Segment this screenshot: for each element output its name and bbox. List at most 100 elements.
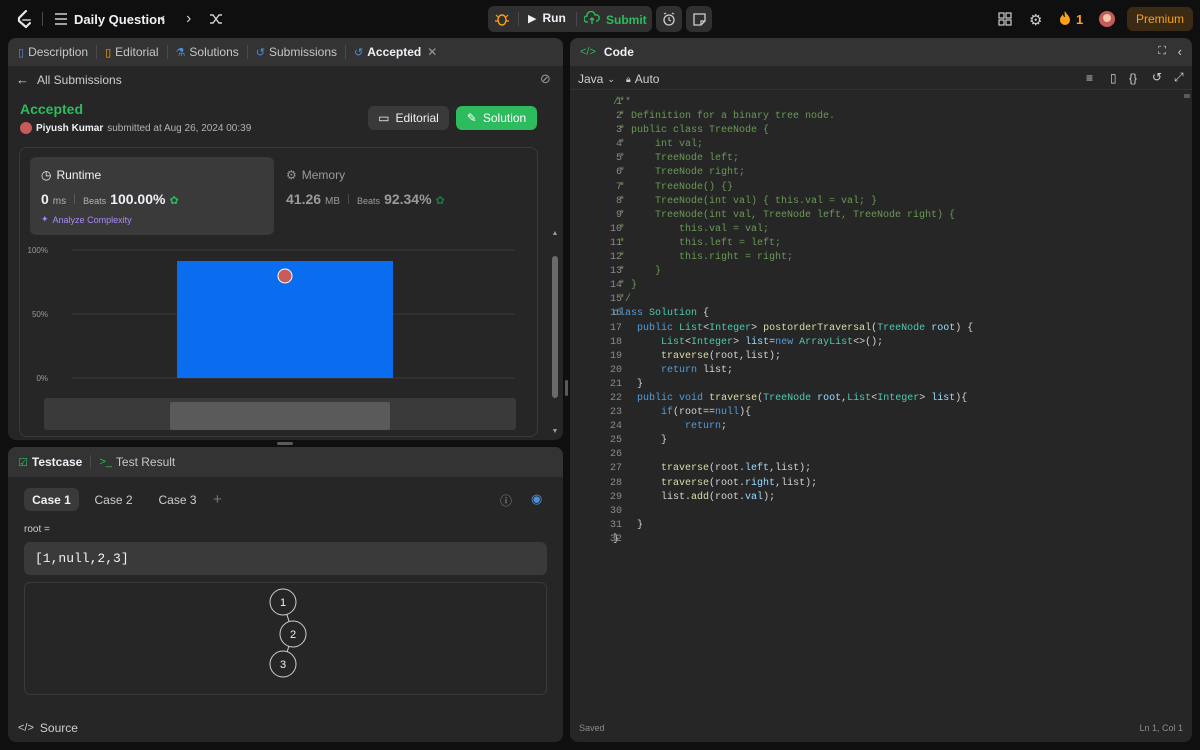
streak-counter[interactable]: 1 bbox=[1059, 10, 1083, 29]
root-input[interactable]: [1,null,2,3] bbox=[24, 542, 547, 575]
y-tick-label: 0% bbox=[36, 374, 48, 383]
fire-icon bbox=[1059, 10, 1071, 29]
memory-beats-label: Beats bbox=[357, 196, 381, 206]
note-icon bbox=[692, 12, 706, 26]
layout-grid-icon[interactable] bbox=[998, 12, 1012, 29]
code-panel-header: </> Code ⛶ ‹ bbox=[570, 38, 1192, 66]
code-title: Code bbox=[603, 45, 634, 59]
source-link[interactable]: </> Source bbox=[18, 721, 78, 735]
chart-scroll-thumb[interactable] bbox=[170, 402, 390, 430]
prev-question-icon[interactable]: ‹ bbox=[160, 10, 165, 28]
left-panel-tabs: ▯ Description ▯ Editorial ⚗ Solutions ↺ … bbox=[8, 38, 563, 66]
tab-accepted-label: Accepted bbox=[367, 45, 422, 59]
book-icon: ▯ bbox=[105, 46, 112, 59]
runtime-card[interactable]: ◷ Runtime 0 ms Beats 100.00% ✿ ✦ Analyze… bbox=[30, 157, 274, 235]
solution-button[interactable]: ✎ Solution bbox=[456, 106, 537, 130]
visualize-eye-icon[interactable]: ◉ bbox=[531, 491, 542, 507]
editor-scrollbar-thumb[interactable] bbox=[1184, 94, 1190, 98]
run-submit-group: ▶ Run Submit bbox=[488, 6, 652, 32]
cursor-position: Ln 1, Col 1 bbox=[1139, 723, 1183, 733]
code-line: } bbox=[613, 519, 644, 531]
horizontal-resize-handle[interactable] bbox=[565, 380, 568, 396]
tab-solutions[interactable]: ⚗ Solutions bbox=[176, 45, 239, 59]
runtime-header: ◷ Runtime bbox=[41, 168, 101, 182]
add-case-icon[interactable]: + bbox=[213, 491, 222, 508]
runtime-unit: ms bbox=[52, 196, 67, 207]
case-tab-1[interactable]: Case 1 bbox=[24, 488, 79, 511]
auto-mode-label: Auto bbox=[634, 72, 660, 86]
premium-button[interactable]: Premium bbox=[1127, 7, 1193, 31]
shuffle-icon[interactable] bbox=[209, 12, 223, 29]
submit-button[interactable]: Submit bbox=[583, 10, 647, 28]
analyze-complexity-link[interactable]: ✦ Analyze Complexity bbox=[41, 214, 132, 225]
help-icon[interactable]: ⓘ bbox=[500, 492, 512, 509]
tab-description-label: Description bbox=[28, 45, 89, 59]
close-tab-icon[interactable]: ✕ bbox=[427, 45, 437, 59]
next-question-icon[interactable]: › bbox=[186, 10, 191, 28]
code-line: * TreeNode() {} bbox=[613, 181, 734, 193]
accepted-status: Accepted bbox=[20, 101, 84, 117]
back-to-submissions[interactable]: ← All Submissions bbox=[16, 72, 122, 87]
code-line: * } bbox=[613, 266, 662, 278]
runtime-value: 0 bbox=[41, 191, 49, 207]
flask-icon: ⚗ bbox=[175, 46, 186, 59]
code-line: * this.right = right; bbox=[613, 252, 794, 264]
editor-scrollbar[interactable] bbox=[1183, 90, 1191, 650]
streak-count: 1 bbox=[1076, 12, 1084, 27]
scrollbar-thumb[interactable] bbox=[552, 256, 558, 398]
code-line: * public class TreeNode { bbox=[613, 125, 770, 137]
debug-icon[interactable] bbox=[494, 11, 510, 30]
collapse-icon[interactable]: ‹ bbox=[1178, 44, 1182, 59]
code-line: public void traverse(TreeNode root,List<… bbox=[637, 392, 968, 404]
auto-mode[interactable]: 🔒︎ Auto bbox=[626, 72, 659, 86]
language-select[interactable]: Java ⌄ bbox=[578, 72, 615, 86]
submitter-name[interactable]: Piyush Kumar bbox=[36, 123, 103, 134]
tab-accepted[interactable]: ↺ Accepted ✕ bbox=[354, 45, 437, 59]
daily-question-title[interactable]: Daily Question bbox=[74, 12, 165, 27]
bookmark-icon[interactable]: ▯ bbox=[1110, 71, 1117, 85]
problem-list-icon[interactable] bbox=[54, 12, 68, 26]
code-line: return list; bbox=[661, 364, 734, 376]
runtime-title: Runtime bbox=[56, 168, 102, 182]
case-tab-2[interactable]: Case 2 bbox=[86, 488, 141, 511]
scroll-down-icon[interactable]: ▼ bbox=[551, 428, 559, 436]
vertical-resize-handle[interactable] bbox=[277, 442, 293, 445]
checkbox-icon: ☑ bbox=[18, 456, 28, 469]
code-line: * } bbox=[613, 280, 638, 292]
editorial-button[interactable]: ▭ Editorial bbox=[368, 106, 449, 130]
tab-description[interactable]: ▯ Description bbox=[18, 45, 88, 59]
panel-scrollbar[interactable]: ▲ ▼ bbox=[551, 230, 559, 438]
tab-testcase[interactable]: ☑ Testcase bbox=[18, 455, 82, 469]
format-icon[interactable]: ≡ bbox=[1086, 71, 1093, 85]
leetcode-logo[interactable] bbox=[14, 9, 34, 29]
settings-gear-icon[interactable]: ⚙ bbox=[1029, 11, 1042, 29]
run-button[interactable]: ▶ Run bbox=[528, 11, 566, 25]
history-icon: ↺ bbox=[255, 46, 265, 59]
braces-icon[interactable]: {} bbox=[1129, 71, 1137, 85]
notes-button[interactable] bbox=[686, 6, 712, 32]
source-label: Source bbox=[39, 721, 78, 735]
maximize-icon[interactable]: ⛶ bbox=[1158, 45, 1166, 58]
user-avatar[interactable] bbox=[1099, 11, 1115, 27]
save-status: Saved bbox=[579, 723, 605, 733]
tab-test-result[interactable]: >_ Test Result bbox=[99, 455, 175, 469]
memory-unit: MB bbox=[325, 196, 341, 207]
share-link-icon[interactable]: ⊘ bbox=[540, 71, 551, 87]
case-tab-3[interactable]: Case 3 bbox=[150, 488, 205, 511]
code-editor[interactable]: 1 2 3 4 5 6 7 8 9 10 11 12 13 14 15 16 17 18 19 20 21 22 23 24 2… bbox=[570, 96, 1192, 716]
reset-icon[interactable]: ↺ bbox=[1152, 70, 1162, 84]
runtime-distribution-chart: 100% 50% 0% bbox=[28, 246, 515, 383]
tab-editorial[interactable]: ▯ Editorial bbox=[105, 45, 158, 59]
runtime-beats-label: Beats bbox=[83, 196, 107, 206]
clap-icon: ✿ bbox=[169, 195, 179, 207]
timer-button[interactable] bbox=[656, 6, 682, 32]
tab-submissions[interactable]: ↺ Submissions bbox=[256, 45, 337, 59]
scroll-up-icon[interactable]: ▲ bbox=[551, 230, 559, 238]
memory-card[interactable]: ⚙ Memory 41.26 MB Beats 92.34% ✿ bbox=[284, 157, 528, 235]
top-navigation-bar: Daily Question ‹ › ▶ Run Submit ⚙ 1 Prem… bbox=[0, 0, 1200, 38]
fullscreen-icon[interactable]: ⤢ bbox=[1174, 70, 1184, 85]
code-content[interactable]: /** * Definition for a binary tree node.… bbox=[613, 96, 1173, 547]
tree-node-2-label: 2 bbox=[290, 629, 296, 641]
tab-editorial-label: Editorial bbox=[115, 45, 159, 59]
